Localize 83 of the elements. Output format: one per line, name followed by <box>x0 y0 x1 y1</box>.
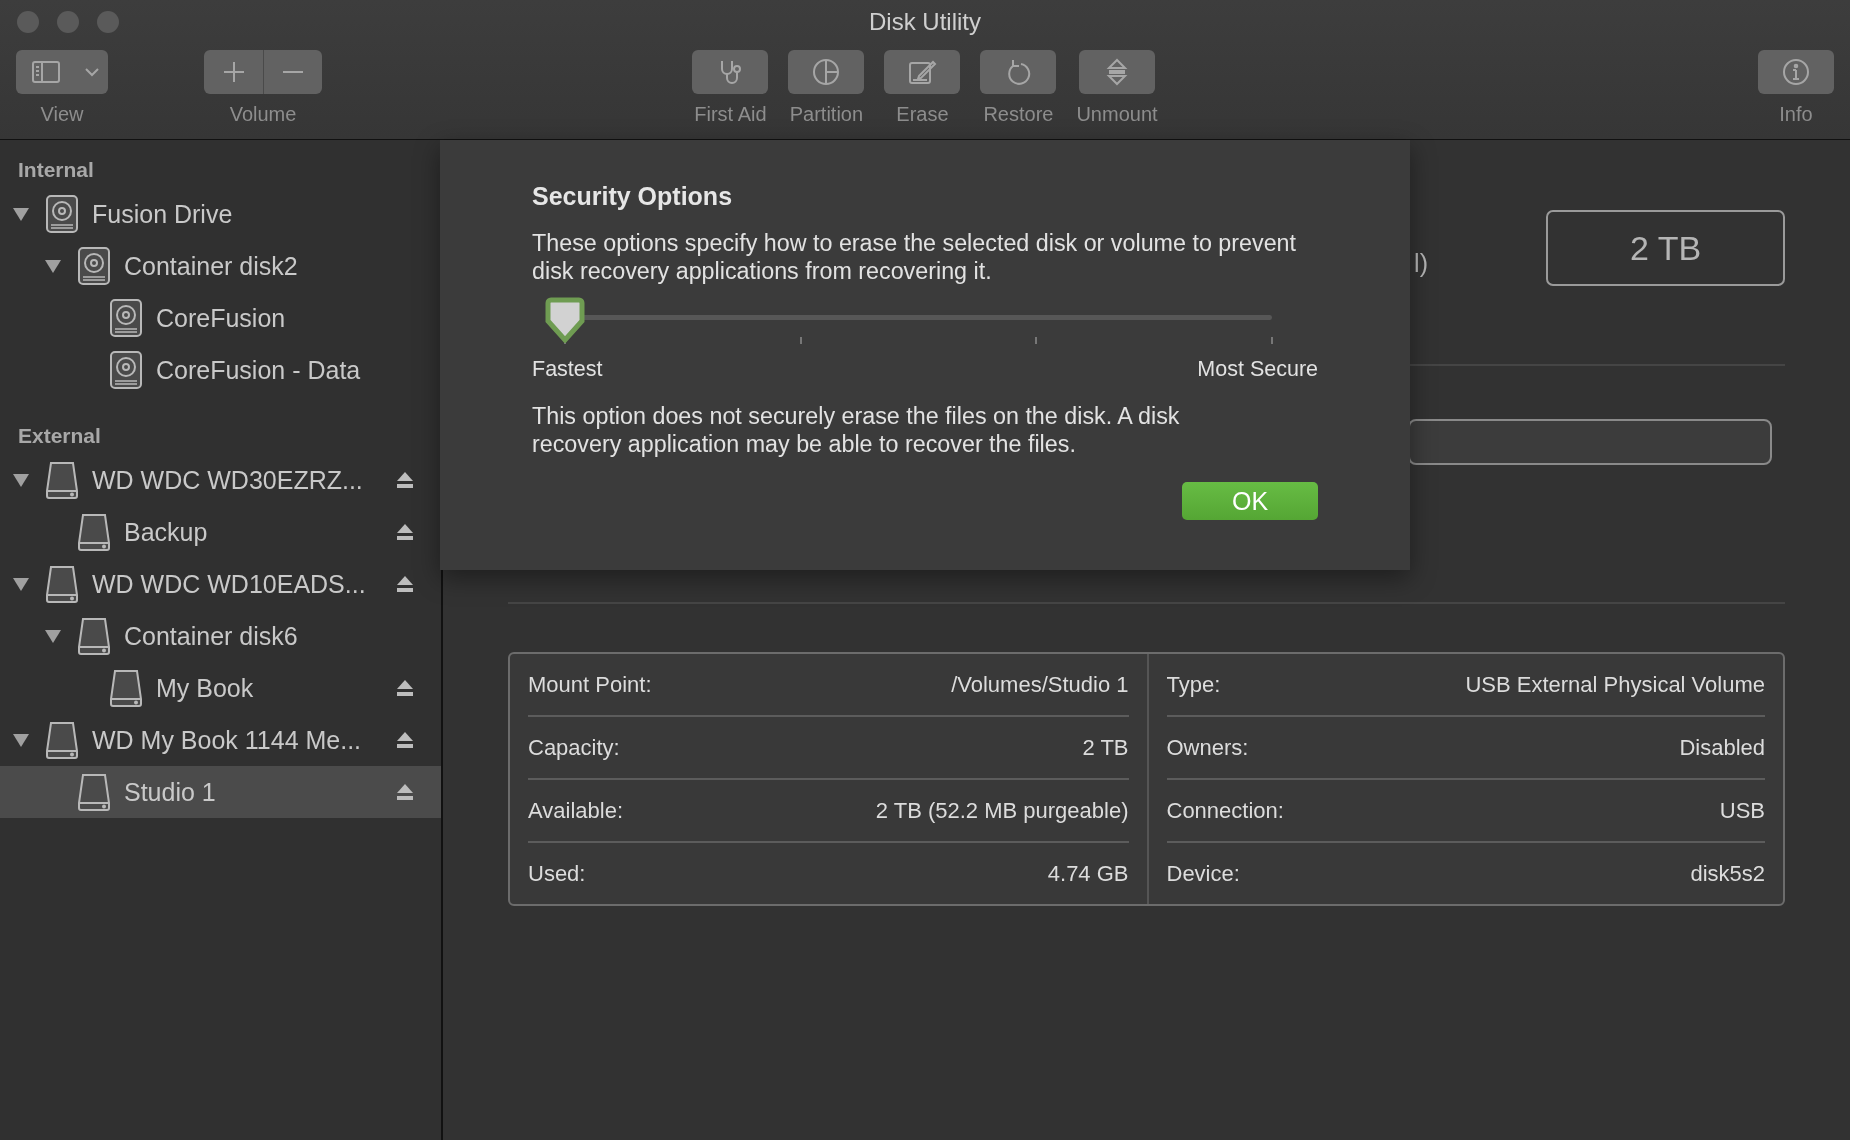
sidebar-item[interactable]: Container disk2 <box>0 240 441 292</box>
sheet-description: These options specify how to erase the selected disk or volume to prevent disk recovery applications from recovering it. <box>532 229 1298 285</box>
sidebar-icon <box>31 61 60 83</box>
eject-icon[interactable] <box>395 522 415 542</box>
info-label: Type: <box>1166 671 1221 698</box>
disclosure-triangle-icon[interactable] <box>12 472 30 488</box>
disclosure-triangle-icon[interactable] <box>12 206 30 222</box>
chevron-down-icon <box>84 67 99 77</box>
hard-drive-icon <box>45 194 79 234</box>
eject-icon[interactable] <box>395 470 415 490</box>
eject-icon[interactable] <box>395 678 415 698</box>
sidebar-item[interactable]: My Book <box>0 662 441 714</box>
toolbar-label: First Aid <box>694 103 767 126</box>
disclosure-triangle-icon[interactable] <box>44 258 62 274</box>
eject-icon[interactable] <box>395 574 415 594</box>
view-menu-button[interactable] <box>16 50 108 94</box>
sidebar-item[interactable]: Studio 1 <box>0 766 441 818</box>
sidebar-item[interactable]: CoreFusion - Data <box>0 344 441 396</box>
info-value: /Volumes/Studio 1 <box>951 671 1129 698</box>
info-value: 2 TB <box>1082 734 1129 761</box>
info-value: Disabled <box>1679 734 1765 761</box>
capacity-box: 2 TB <box>1546 210 1785 286</box>
minus-icon <box>282 70 304 74</box>
partial-text: l) <box>1414 249 1428 278</box>
section-header: External <box>18 424 101 447</box>
info-button[interactable] <box>1758 50 1834 94</box>
plus-icon <box>222 61 245 83</box>
info-value: USB <box>1719 797 1765 824</box>
hard-drive-icon <box>77 246 111 286</box>
sheet-title: Security Options <box>532 182 734 211</box>
hard-drive-icon <box>109 350 143 390</box>
sidebar-item[interactable]: Container disk6 <box>0 610 441 662</box>
external-drive-icon <box>109 668 143 708</box>
sidebar-item[interactable]: WD WDC WD30EZRZ... <box>0 454 441 506</box>
toolbar-label: View <box>40 103 84 126</box>
info-value: 4.74 GB <box>1047 860 1129 887</box>
hard-drive-icon <box>109 298 143 338</box>
info-label: Connection: <box>1166 797 1284 824</box>
toolbar-label: Info <box>1779 103 1813 126</box>
info-label: Used: <box>528 860 586 887</box>
toolbar-label: Erase <box>896 103 949 126</box>
external-drive-icon <box>77 616 111 656</box>
pie-chart-icon <box>811 57 842 87</box>
restore-button[interactable] <box>980 50 1057 94</box>
partition-button[interactable] <box>788 50 865 94</box>
sidebar-item[interactable]: Fusion Drive <box>0 188 441 240</box>
erase-button[interactable] <box>884 50 961 94</box>
info-label: Available: <box>528 797 623 824</box>
unmount-button[interactable] <box>1079 50 1155 94</box>
info-label: Mount Point: <box>528 671 652 698</box>
toolbar-label: Restore <box>983 103 1054 126</box>
info-value: 2 TB (52.2 MB purgeable) <box>875 797 1129 824</box>
info-value: disk5s2 <box>1690 860 1765 887</box>
external-drive-icon <box>45 564 79 604</box>
sidebar-item[interactable]: CoreFusion <box>0 292 441 344</box>
external-drive-icon <box>45 720 79 760</box>
first-aid-button[interactable] <box>692 50 769 94</box>
up-down-arrows-icon <box>1104 57 1130 87</box>
disclosure-triangle-icon[interactable] <box>12 576 30 592</box>
info-label: Device: <box>1166 860 1240 887</box>
disclosure-triangle-icon[interactable] <box>12 732 30 748</box>
external-drive-icon <box>77 512 111 552</box>
sidebar-item[interactable]: Backup <box>0 506 441 558</box>
info-label: Capacity: <box>528 734 620 761</box>
sheet-note: This option does not securely erase the files on the disk. A disk recovery application may be able to recover the files. <box>532 402 1181 458</box>
toolbar-label: Partition <box>789 103 864 126</box>
window-title: Disk Utility <box>869 8 981 36</box>
slider-max-label: Most Secure <box>1197 357 1318 382</box>
info-value: USB External Physical Volume <box>1465 671 1765 698</box>
info-label: Owners: <box>1166 734 1249 761</box>
eject-icon[interactable] <box>395 730 415 750</box>
slider-thumb[interactable] <box>545 297 585 343</box>
section-header: Internal <box>18 158 94 181</box>
sidebar-item[interactable]: WD My Book 1144 Me... <box>0 714 441 766</box>
external-drive-icon <box>45 460 79 500</box>
toolbar-label: Unmount <box>1076 103 1158 126</box>
slider-min-label: Fastest <box>532 357 603 382</box>
external-drive-icon <box>77 772 111 812</box>
disclosure-triangle-icon[interactable] <box>44 628 62 644</box>
toolbar-label: Volume <box>229 103 297 126</box>
eject-icon[interactable] <box>395 782 415 802</box>
info-icon <box>1781 57 1811 87</box>
sidebar-item[interactable]: WD WDC WD10EADS... <box>0 558 441 610</box>
